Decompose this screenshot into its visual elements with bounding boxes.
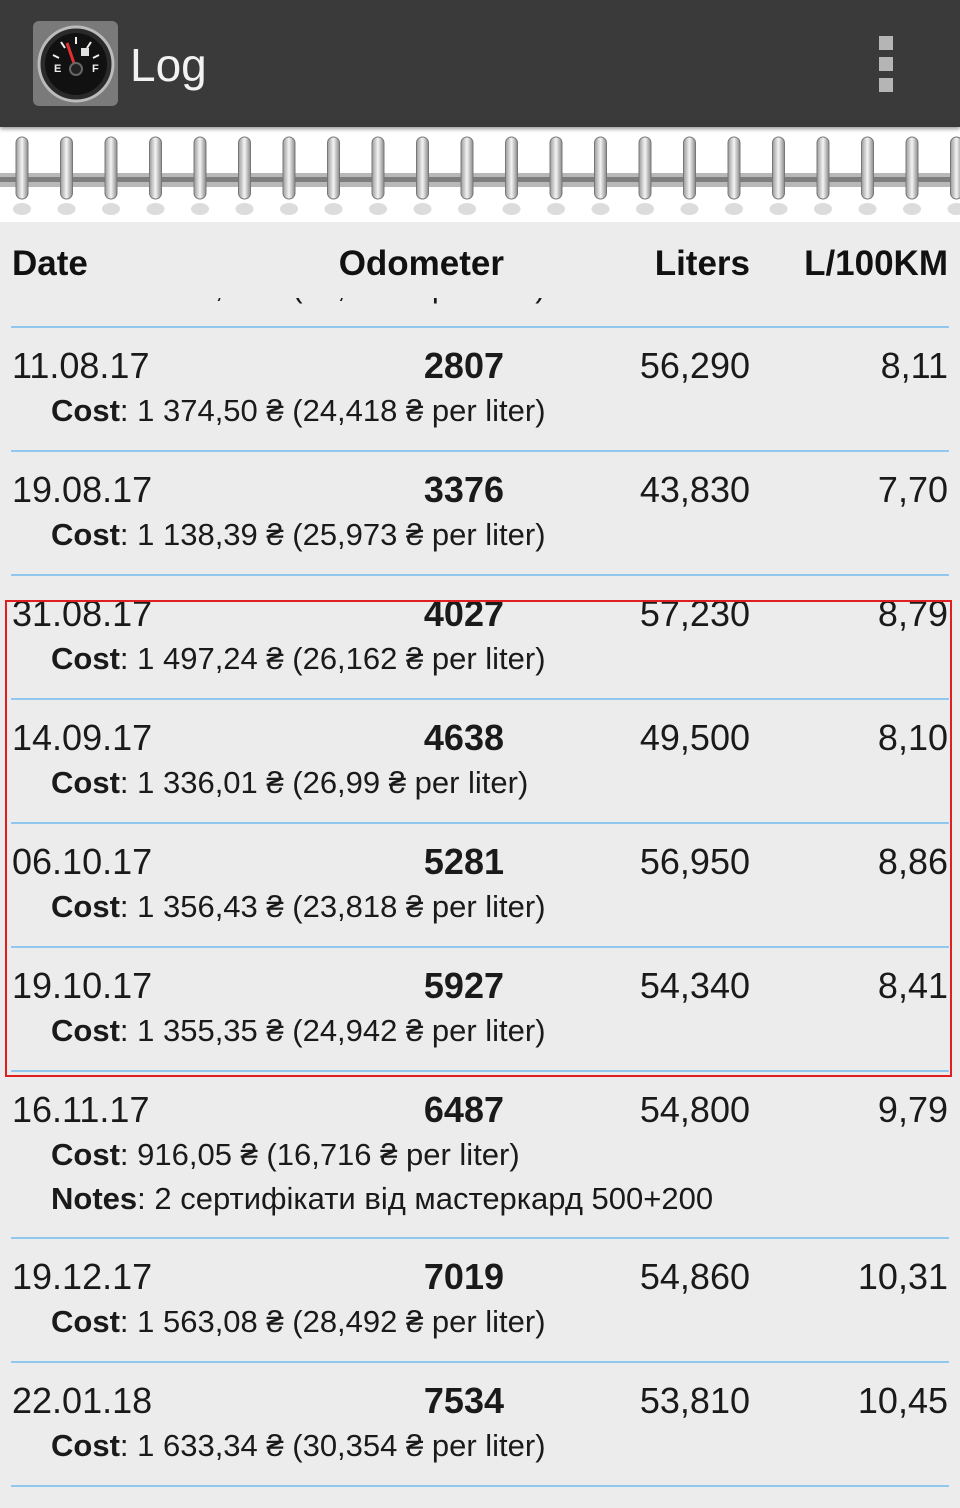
log-list-content: Cost: 1 404,36 ₴ (24,799 ₴ per liter)11.…	[0, 298, 960, 1487]
entry-date: 19.10.17	[12, 965, 153, 1006]
entry-consumption: 8,41	[877, 965, 948, 1006]
log-entry[interactable]: 22.01.18 7534 53,810 10,45 Cost: 1 633,34 ₴ …	[0, 1363, 960, 1487]
entry-liters: 54,340	[639, 965, 750, 1006]
entry-cost: Cost: 1 356,43 ₴ (23,818 ₴ per liter)	[51, 887, 546, 927]
cost-value: : 1 563,08 ₴ (28,492 ₴ per liter)	[119, 1304, 546, 1339]
cost-label: Cost	[51, 393, 120, 428]
entry-date: 14.09.17	[12, 717, 153, 758]
entry-liters: 43,830	[639, 469, 750, 510]
entry-odometer: 7534	[423, 1380, 504, 1421]
cost-label: Cost	[51, 517, 120, 552]
cost-label: Cost	[51, 889, 120, 924]
entry-date: 16.11.17	[12, 1089, 150, 1130]
column-header-odometer[interactable]: Odometer	[339, 242, 504, 286]
fuel-gauge-icon[interactable]: E F	[33, 21, 118, 106]
cost-value: : 1 374,50 ₴ (24,418 ₴ per liter)	[119, 393, 546, 428]
log-entry[interactable]: 31.08.17 4027 57,230 8,79 Cost: 1 497,24 ₴ (…	[0, 576, 960, 700]
cost-value: : 916,05 ₴ (16,716 ₴ per liter)	[119, 1137, 520, 1172]
entry-odometer: 5927	[423, 965, 504, 1006]
entry-cost: Cost: 1 563,08 ₴ (28,492 ₴ per liter)	[51, 1302, 546, 1342]
entry-liters: 54,860	[639, 1256, 750, 1297]
entry-liters: 57,230	[639, 593, 750, 634]
entry-cost: Cost: 1 138,39 ₴ (25,973 ₴ per liter)	[51, 515, 546, 555]
cost-value: : 1 633,34 ₴ (30,354 ₴ per liter)	[119, 1428, 546, 1463]
entry-cost: Cost: 1 336,01 ₴ (26,99 ₴ per liter)	[51, 763, 528, 803]
column-header-date[interactable]: Date	[12, 242, 88, 286]
overflow-menu-icon[interactable]	[866, 30, 906, 98]
log-entry[interactable]: 19.12.17 7019 54,860 10,31 Cost: 1 563,08 ₴ …	[0, 1239, 960, 1363]
entry-consumption: 8,10	[877, 717, 948, 758]
cost-label: Cost	[51, 641, 120, 676]
entry-liters: 49,500	[639, 717, 750, 758]
entry-consumption: 7,70	[877, 469, 948, 510]
entry-odometer: 4027	[423, 593, 504, 634]
log-entry[interactable]: 14.09.17 4638 49,500 8,10 Cost: 1 336,01 ₴ (…	[0, 700, 960, 824]
gauge-full-label: F	[92, 63, 99, 75]
entry-date: 19.12.17	[12, 1256, 153, 1297]
entry-liters: 56,290	[639, 345, 750, 386]
cost-label: Cost	[51, 1304, 120, 1339]
entry-cost: Cost: 916,05 ₴ (16,716 ₴ per liter)	[51, 1135, 520, 1175]
entry-odometer: 6487	[423, 1089, 504, 1130]
entry-consumption: 8,86	[877, 841, 948, 882]
cost-value: : 1 356,43 ₴ (23,818 ₴ per liter)	[119, 889, 546, 924]
log-entry[interactable]: 19.10.17 5927 54,340 8,41 Cost: 1 355,35 ₴ (…	[0, 948, 960, 1072]
entry-odometer: 3376	[423, 469, 504, 510]
entry-consumption: 10,31	[857, 1256, 948, 1297]
cost-value: : 1 138,39 ₴ (25,973 ₴ per liter)	[119, 517, 546, 552]
entry-cost: Cost: 1 374,50 ₴ (24,418 ₴ per liter)	[51, 391, 546, 431]
entry-divider	[11, 1485, 949, 1487]
entry-liters: 54,800	[639, 1089, 750, 1130]
entry-consumption: 10,45	[857, 1380, 948, 1421]
cost-value: : 1 355,35 ₴ (24,942 ₴ per liter)	[119, 1013, 546, 1048]
log-entry[interactable]: 19.08.17 3376 43,830 7,70 Cost: 1 138,39 ₴ (…	[0, 452, 960, 576]
entry-notes: Notes: 2 сертифікати від мастеркард 500+…	[51, 1179, 713, 1219]
log-entry[interactable]: 06.10.17 5281 56,950 8,86 Cost: 1 356,43 ₴ (…	[0, 824, 960, 948]
cost-label: Cost	[51, 765, 120, 800]
entry-odometer: 7019	[423, 1256, 504, 1297]
log-entry[interactable]: Cost: 1 404,36 ₴ (24,799 ₴ per liter)	[0, 298, 960, 328]
entry-cost: Cost: 1 404,36 ₴ (24,799 ₴ per liter)	[51, 298, 546, 307]
entry-liters: 56,950	[639, 841, 750, 882]
spiral-binding	[0, 127, 960, 223]
notes-label: Notes	[51, 1181, 138, 1216]
cost-value: : 1 404,36 ₴ (24,799 ₴ per liter)	[120, 298, 546, 304]
cost-value: : 1 497,24 ₴ (26,162 ₴ per liter)	[119, 641, 546, 676]
entry-date: 19.08.17	[12, 469, 153, 510]
entry-consumption: 8,79	[877, 593, 948, 634]
entry-date: 31.08.17	[12, 593, 153, 634]
cost-label: Cost	[51, 298, 120, 304]
column-header-liters[interactable]: Liters	[655, 242, 750, 286]
entry-cost: Cost: 1 497,24 ₴ (26,162 ₴ per liter)	[51, 639, 546, 679]
column-header-row: Date Odometer Liters L/100KM	[0, 222, 960, 298]
gauge-empty-label: E	[54, 63, 61, 75]
cost-value: : 1 336,01 ₴ (26,99 ₴ per liter)	[119, 765, 529, 800]
entry-odometer: 2807	[423, 345, 504, 386]
entry-cost: Cost: 1 633,34 ₴ (30,354 ₴ per liter)	[51, 1426, 546, 1466]
entry-date: 06.10.17	[12, 841, 153, 882]
log-entry[interactable]: 16.11.17 6487 54,800 9,79 Cost: 916,05 ₴ (16…	[0, 1072, 960, 1239]
column-header-consumption[interactable]: L/100KM	[804, 242, 948, 286]
entry-consumption: 9,79	[877, 1089, 948, 1130]
notes-value: : 2 сертифікати від мастеркард 500+200	[137, 1181, 714, 1216]
log-list[interactable]: Cost: 1 404,36 ₴ (24,799 ₴ per liter)11.…	[0, 298, 960, 1508]
entry-liters: 53,810	[639, 1380, 750, 1421]
page-title: Log	[130, 39, 207, 91]
entry-consumption: 8,11	[880, 345, 948, 386]
entry-odometer: 5281	[423, 841, 504, 882]
cost-label: Cost	[51, 1013, 120, 1048]
log-entry[interactable]: 11.08.17 2807 56,290 8,11 Cost: 1 374,50 ₴ (…	[0, 328, 960, 452]
entry-odometer: 4638	[423, 717, 504, 758]
action-bar: E F Log	[0, 0, 960, 127]
cost-label: Cost	[51, 1428, 120, 1463]
entry-date: 11.08.17	[12, 345, 150, 386]
cost-label: Cost	[51, 1137, 120, 1172]
entry-cost: Cost: 1 355,35 ₴ (24,942 ₴ per liter)	[51, 1011, 546, 1051]
entry-date: 22.01.18	[12, 1380, 153, 1421]
